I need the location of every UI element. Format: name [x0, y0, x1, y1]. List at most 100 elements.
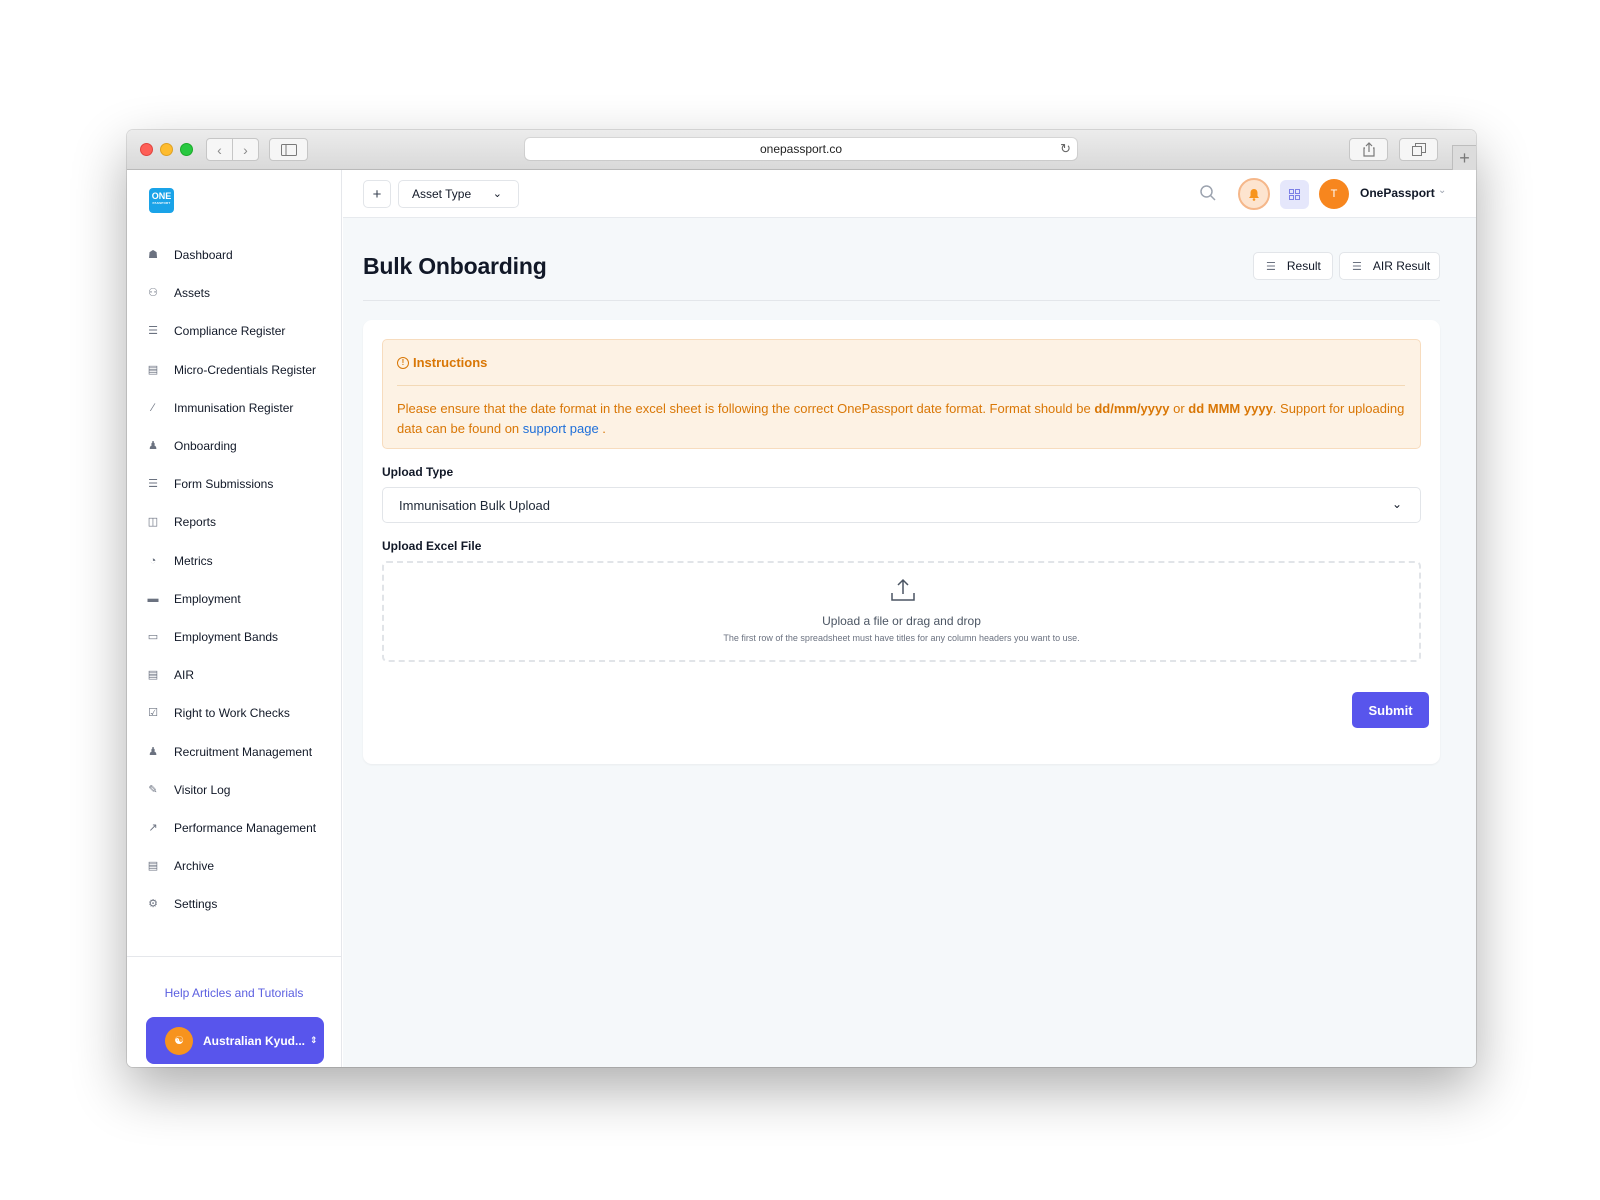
chevron-right-icon: › [243, 141, 248, 158]
asset-type-label: Asset Type [412, 187, 472, 201]
sidebar-item-archive[interactable]: ▤ Archive [127, 847, 341, 885]
sidebar-item-label: Employment [174, 591, 241, 606]
submit-button[interactable]: Submit [1352, 692, 1429, 728]
add-button[interactable]: + [363, 180, 391, 208]
sidebar-item-label: Employment Bands [174, 629, 279, 644]
band-icon: ▭ [147, 630, 159, 643]
support-page-link[interactable]: support page [523, 421, 599, 436]
archive-icon: ▤ [147, 860, 159, 873]
help-articles-link[interactable]: Help Articles and Tutorials [127, 986, 341, 1000]
browser-window: ‹ › onepassport.co ↻ + ONE PASSPORT ☗ Das… [127, 130, 1476, 1067]
upload-type-select[interactable]: Immunisation Bulk Upload ⌄ [382, 487, 1421, 523]
sidebar-item-label: Visitor Log [174, 782, 231, 797]
sidebar-item-reports[interactable]: ◫ Reports [127, 503, 341, 541]
sidebar-item-label: AIR [174, 668, 195, 683]
file-dropzone[interactable]: Upload a file or drag and drop The first… [382, 561, 1421, 662]
logo[interactable]: ONE PASSPORT [149, 188, 174, 213]
plus-icon: + [1459, 147, 1470, 168]
asset-type-select[interactable]: Asset Type ⌄ [398, 180, 519, 208]
sidebar-item-label: Metrics [174, 553, 213, 568]
apps-button[interactable] [1280, 180, 1309, 209]
back-button[interactable]: ‹ [206, 138, 233, 161]
sidebar-toggle-button[interactable] [269, 138, 308, 161]
home-icon: ☗ [148, 249, 158, 262]
sidebar-item-label: Settings [174, 897, 218, 912]
instructions-alert: ! Instructions Please ensure that the da… [382, 339, 1421, 449]
dropzone-hint: The first row of the spreadsheet must ha… [723, 633, 1080, 643]
user-name[interactable]: OnePassport [1360, 186, 1435, 200]
sidebar-item-label: Immunisation Register [174, 400, 294, 415]
user-avatar[interactable]: T [1319, 179, 1349, 209]
browser-toolbar: ‹ › onepassport.co ↻ + [127, 130, 1476, 170]
sidebar-item-label: Compliance Register [174, 324, 286, 339]
minimize-window-button[interactable] [160, 143, 173, 156]
sidebar-item-label: Reports [174, 515, 217, 530]
pen-icon: ✎ [148, 783, 158, 796]
air-result-button-label: AIR Result [1372, 259, 1431, 273]
sidebar-item-settings[interactable]: ⚙ Settings [127, 885, 341, 923]
organization-name: Australian Kyud... [203, 1033, 306, 1048]
tabs-icon [1411, 143, 1426, 156]
user-plus-icon: ♟ [148, 440, 158, 453]
sidebar-item-performance-management[interactable]: ↗ Performance Management [127, 809, 341, 847]
date-format-1: dd/mm/yyyy [1094, 401, 1170, 416]
sidebar-item-assets[interactable]: ⚇ Assets [127, 274, 341, 312]
share-button[interactable] [1349, 138, 1388, 161]
clipboard-check-icon: ☑ [148, 707, 158, 720]
upload-icon [891, 578, 915, 601]
new-tab-button[interactable]: + [1452, 145, 1476, 170]
chevron-down-icon: ⌄ [1391, 497, 1402, 511]
sidebar-item-label: Onboarding [174, 439, 237, 454]
syringe-icon: ∕ [152, 401, 154, 414]
sidebar-item-compliance-register[interactable]: ☰ Compliance Register [127, 312, 341, 350]
report-icon: ◫ [147, 516, 159, 529]
address-bar[interactable]: onepassport.co ↻ [525, 138, 1077, 160]
gear-icon: ⚙ [148, 898, 158, 911]
chevron-down-icon[interactable]: ⌄ [1438, 185, 1446, 196]
forward-button[interactable]: › [232, 138, 259, 161]
close-window-button[interactable] [140, 143, 153, 156]
organization-switcher[interactable]: ☯ Australian Kyud... ⇕ [146, 1017, 324, 1064]
sidebar-item-label: Assets [174, 286, 211, 301]
sidebar-item-visitor-log[interactable]: ✎ Visitor Log [127, 771, 341, 809]
divider [397, 385, 1405, 386]
sidebar-item-label: Performance Management [174, 820, 317, 835]
sidebar-nav: ☗ Dashboard ⚇ Assets ☰ Compliance Register ▤ Mi… [127, 236, 341, 923]
users-icon: ⚇ [148, 287, 158, 300]
sidebar-item-dashboard[interactable]: ☗ Dashboard [127, 236, 341, 274]
sidebar-item-micro-credentials-register[interactable]: ▤ Micro-Credentials Register [127, 351, 341, 389]
sidebar-item-employment[interactable]: ▬ Employment [127, 580, 341, 618]
search-icon[interactable] [1199, 184, 1217, 202]
list-icon: ☰ [1266, 260, 1276, 273]
divider [363, 300, 1440, 301]
briefcase-icon: ▬ [147, 592, 159, 605]
pie-chart-icon: ◔ [149, 554, 157, 567]
sidebar-item-form-submissions[interactable]: ☰ Form Submissions [127, 465, 341, 503]
air-result-button[interactable]: ☰ AIR Result [1339, 252, 1440, 280]
chevron-down-icon: ⌄ [492, 188, 502, 200]
team-icon: ♟ [148, 745, 158, 758]
sidebar-item-label: Form Submissions [174, 477, 274, 492]
reload-icon[interactable]: ↻ [1060, 141, 1071, 157]
sidebar-item-metrics[interactable]: ◔ Metrics [127, 542, 341, 580]
sidebar-item-air[interactable]: ▤ AIR [127, 656, 341, 694]
sidebar-item-onboarding[interactable]: ♟ Onboarding [127, 427, 341, 465]
info-icon: ! [397, 356, 409, 369]
list-icon: ☰ [148, 325, 158, 338]
page-title: Bulk Onboarding [363, 253, 547, 279]
notifications-button[interactable] [1238, 178, 1270, 210]
tab-overview-button[interactable] [1399, 138, 1438, 161]
maximize-window-button[interactable] [180, 143, 193, 156]
sidebar-icon [280, 143, 297, 156]
sidebar-item-right-to-work-checks[interactable]: ☑ Right to Work Checks [127, 694, 341, 732]
sidebar-item-employment-bands[interactable]: ▭ Employment Bands [127, 618, 341, 656]
dropzone-text: Upload a file or drag and drop [822, 614, 981, 628]
sidebar-item-label: Archive [174, 859, 215, 874]
sidebar-item-recruitment-management[interactable]: ♟ Recruitment Management [127, 732, 341, 770]
sidebar-item-immunisation-register[interactable]: ∕ Immunisation Register [127, 389, 341, 427]
sidebar-item-label: Dashboard [174, 248, 233, 263]
list-icon: ☰ [148, 478, 158, 491]
bulk-onboarding-card: ! Instructions Please ensure that the da… [363, 320, 1440, 764]
result-button[interactable]: ☰ Result [1253, 252, 1333, 280]
sidebar-item-label: Right to Work Checks [174, 706, 290, 721]
